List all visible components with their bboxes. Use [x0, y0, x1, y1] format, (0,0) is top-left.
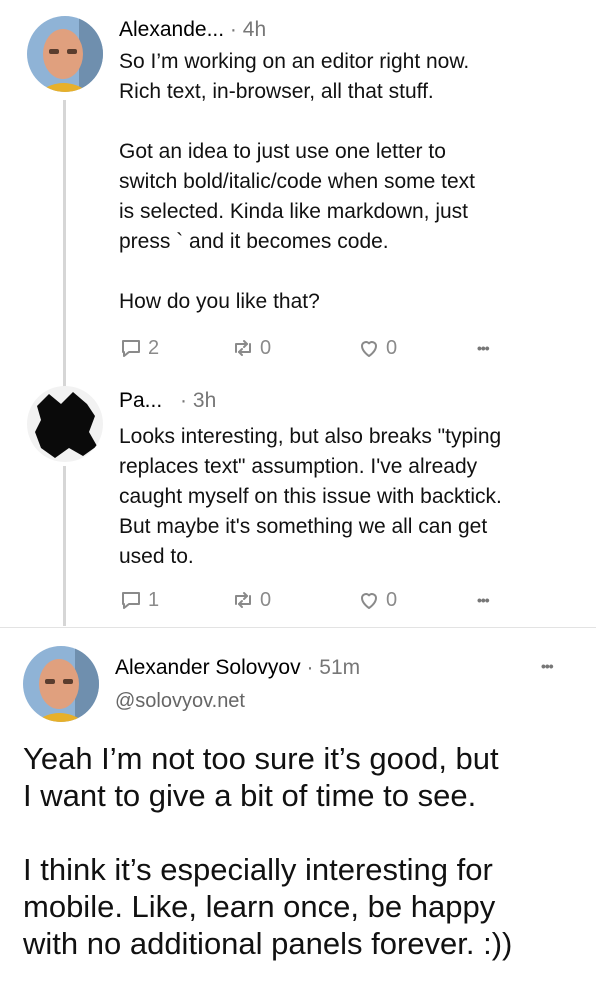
- timestamp[interactable]: 3h: [193, 389, 216, 412]
- timestamp[interactable]: 4h: [243, 18, 266, 41]
- thread-line: [63, 100, 66, 392]
- author-name[interactable]: Pa...: [119, 389, 162, 412]
- avatar[interactable]: [27, 386, 103, 462]
- separator: ·: [180, 389, 188, 412]
- repost-count: 0: [260, 588, 272, 611]
- author-name[interactable]: Alexande...: [119, 18, 224, 41]
- reply-button[interactable]: 2: [119, 334, 159, 362]
- author-name[interactable]: Alexander Solovyov: [115, 656, 301, 679]
- reply-count: 2: [148, 336, 160, 359]
- repost-count: 0: [260, 336, 272, 359]
- reply-icon: [122, 340, 140, 357]
- repost-icon: [235, 340, 251, 356]
- divider: [0, 627, 596, 628]
- timestamp[interactable]: 51m: [319, 656, 360, 679]
- more-options-icon[interactable]: •••: [477, 586, 490, 614]
- like-button[interactable]: 0: [357, 334, 397, 362]
- repost-icon: [235, 592, 251, 608]
- author-handle[interactable]: @solovyov.net: [115, 690, 245, 713]
- like-button[interactable]: 0: [357, 586, 397, 614]
- reply-count: 1: [148, 588, 160, 611]
- post-text: So I’m working on an editor right now. R…: [119, 50, 476, 313]
- post-text: Yeah I’m not too sure it’s good, but I w…: [23, 741, 513, 961]
- reply-icon: [122, 592, 140, 609]
- separator: ·: [229, 18, 237, 41]
- reply-button[interactable]: 1: [119, 586, 159, 614]
- more-options-icon[interactable]: •••: [477, 334, 490, 362]
- more-options-icon[interactable]: •••: [541, 652, 554, 680]
- avatar[interactable]: [23, 646, 99, 722]
- like-count: 0: [386, 336, 398, 359]
- separator: ·: [306, 656, 314, 679]
- post-header: Pa... · 3h: [119, 389, 216, 413]
- avatar[interactable]: [27, 16, 103, 92]
- repost-button[interactable]: 0: [231, 586, 271, 614]
- post-text: Looks interesting, but also breaks "typi…: [119, 425, 502, 568]
- post-header: Alexander Solovyov · 51m: [115, 656, 360, 680]
- post-header: Alexande... · 4h: [119, 18, 266, 42]
- like-count: 0: [386, 588, 398, 611]
- heart-icon: [361, 593, 377, 609]
- thread-line: [63, 466, 66, 626]
- repost-button[interactable]: 0: [231, 334, 271, 362]
- action-bar: 1 0 0 •••: [119, 586, 519, 614]
- action-bar: 2 0 0 •••: [119, 334, 519, 362]
- heart-icon: [361, 341, 377, 357]
